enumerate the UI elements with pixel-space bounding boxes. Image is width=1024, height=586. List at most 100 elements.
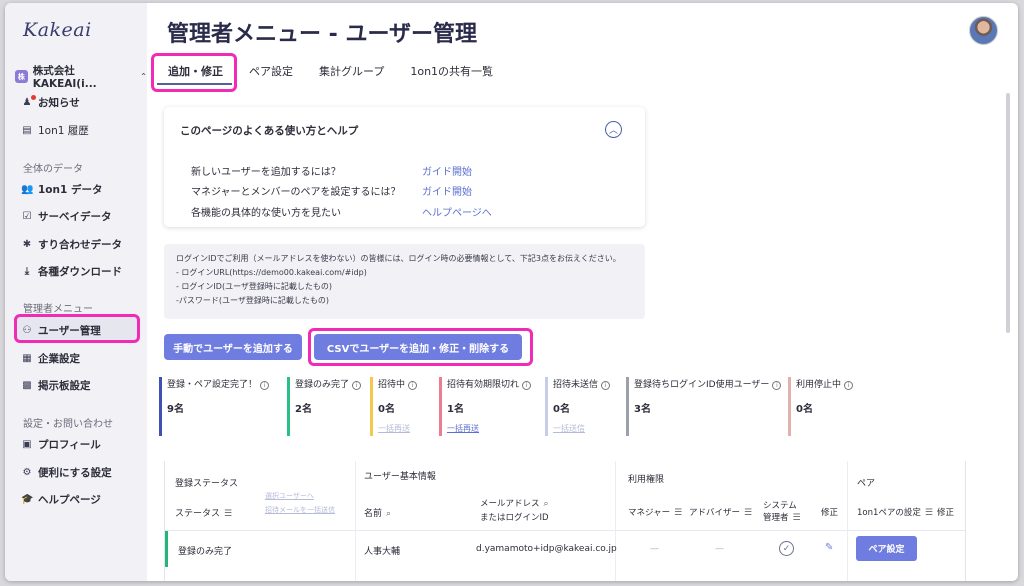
column-email[interactable]: メールアドレス ⌕ [480,497,549,509]
info-line: - ログインID(ユーザ登録時に記載したもの) [176,282,333,291]
stat-count: 0名 [553,404,570,415]
stat-suspended[interactable]: 利用停止中 i 0名 [788,375,854,436]
app-window: Kakeai 株 株式会社KAKEAI(i... ⌃ ♟ お知らせ ▤ 1on1… [5,3,1018,581]
sidebar-item-label: 企業設定 [38,352,80,365]
resend-all-link[interactable]: 一括再送 [447,423,531,434]
info-line: ログインIDでご利用（メールアドレスを使わない）の皆様には、ログイン時の必要情報… [176,254,621,263]
column-sysadmin[interactable]: システム [763,499,797,511]
sidebar-item-company-settings[interactable]: ▦ 企業設定 [21,349,80,367]
column-pair-edit: 修正 [937,508,955,518]
filter-icon[interactable]: ☰ [744,508,752,518]
sidebar-item-label: 1on1 履歴 [38,124,89,137]
status-stripe [165,531,168,567]
help-question: 各機能の具体的な使い方を見たい [191,208,341,219]
company-name: 株式会社KAKEAI(i... [32,65,97,90]
table-row[interactable]: 登録のみ完了 人事大輔 d.yamamoto+idp@kakeai.co.jp … [165,530,965,567]
login-info-box: ログインIDでご利用（メールアドレスを使わない）の皆様には、ログイン時の必要情報… [164,244,645,319]
stat-label-text: 登録・ペア設定完了！ [167,380,258,390]
sidebar: Kakeai 株 株式会社KAKEAI(i... ⌃ ♟ お知らせ ▤ 1on1… [5,3,147,581]
puzzle-icon: ✱ [22,238,32,250]
stat-pending-loginid[interactable]: 登録待ちログインID使用ユーザー i 3名 [626,375,782,436]
info-line: - ログインURL(https://demo00.kakeai.com/#idp… [176,268,367,277]
stat-count: 0名 [796,404,813,415]
bulk-send-invite-link[interactable]: 招待メールを一括送信 [265,505,335,515]
info-icon[interactable]: i [772,381,782,390]
tab-pair-settings[interactable]: ペア設定 [236,59,306,87]
stat-invite-unsent[interactable]: 招待未送信 i 0名 一括送信 [545,375,611,436]
info-line: -パスワード(ユーザ登録時に記載したもの) [176,296,329,305]
info-icon[interactable]: i [522,381,532,390]
filter-icon[interactable]: ☰ [925,508,933,518]
column-label: 名前 [364,509,383,519]
row-manager: — [650,544,659,554]
scrollbar[interactable] [1006,93,1010,333]
group-header-pair: ペア [857,479,876,489]
avatar[interactable] [969,16,998,45]
guide-start-link[interactable]: ガイド開始 [422,183,472,198]
stat-registered-paired[interactable]: 登録・ペア設定完了！ i 9名 [159,375,270,436]
csv-import-button[interactable]: CSVでユーザーを追加・修正・削除する [314,334,522,360]
tab-1on1-share-list[interactable]: 1on1の共有一覧 [397,59,506,87]
stat-label: 利用停止中 i [796,377,854,390]
sidebar-item-help[interactable]: 🎓 ヘルプページ [21,490,101,508]
stat-label: 登録のみ完了 i [295,377,362,390]
guide-start-link[interactable]: ガイド開始 [422,163,472,178]
manual-add-user-button[interactable]: 手動でユーザーを追加する [164,334,302,360]
sidebar-item-board-settings[interactable]: ▩ 掲示板設定 [21,376,91,394]
info-icon[interactable]: i [352,381,362,390]
check-circle-icon: ✓ [779,541,794,556]
column-manager[interactable]: マネジャー ☰ [628,506,682,518]
group-header-status: 登録ステータス [175,479,239,489]
stat-color-bar [159,377,162,436]
filter-icon[interactable]: ☰ [674,508,682,518]
sidebar-item-1on1-data[interactable]: 👥 1on1 データ [21,180,102,198]
stat-inviting[interactable]: 招待中 i 0名 一括再送 [370,375,418,436]
chevron-up-icon[interactable]: ︿ [605,121,622,138]
pencil-icon[interactable]: ✎ [825,542,833,553]
column-name[interactable]: 名前 ⌕ [364,506,391,519]
sidebar-item-preferences[interactable]: ⚙ 便利にする設定 [21,463,112,481]
row-status: 登録のみ完了 [178,547,233,557]
filter-icon[interactable]: ☰ [224,509,232,519]
tab-aggregate-groups[interactable]: 集計グループ [306,59,397,87]
stat-invite-expired[interactable]: 招待有効期限切れ i 1名 一括再送 [439,375,532,436]
resend-all-link[interactable]: 一括再送 [378,423,417,434]
sidebar-item-survey[interactable]: ☑ サーベイデータ [21,207,112,225]
sidebar-item-label: ユーザー管理 [38,324,101,337]
sidebar-item-profile[interactable]: ▣ プロフィール [21,435,101,453]
column-status[interactable]: ステータス ☰ [175,506,232,519]
stat-label-text: 招待未送信 [553,380,599,390]
info-icon[interactable]: i [844,381,854,390]
column-advisor[interactable]: アドバイザー ☰ [689,506,752,518]
sidebar-item-label: 各種ダウンロード [38,265,122,278]
search-icon[interactable]: ⌕ [386,509,391,519]
company-selector[interactable]: 株 株式会社KAKEAI(i... ⌃ [15,63,147,90]
stat-registered-only[interactable]: 登録のみ完了 i 2名 [287,375,362,436]
search-icon[interactable]: ⌕ [544,499,549,509]
column-label: マネジャー [628,508,671,518]
building-icon: ▦ [22,352,32,364]
stat-color-bar [370,377,373,436]
sidebar-item-label: 掲示板設定 [38,379,91,392]
pair-setting-button[interactable]: ペア設定 [856,536,917,561]
column-label: 管理者 [763,513,789,523]
profile-icon: ▣ [22,438,32,450]
sidebar-item-downloads[interactable]: ⤓ 各種ダウンロード [21,262,122,280]
column-sysadmin-sub[interactable]: 管理者 ☰ [763,511,801,523]
info-icon[interactable]: i [260,381,270,390]
help-page-link[interactable]: ヘルプページへ [422,204,492,219]
info-icon[interactable]: i [601,381,611,390]
column-pair-setting[interactable]: 1on1ペアの設定 ☰ [857,506,933,518]
sidebar-item-user-management[interactable]: ⚇ ユーザー管理 [21,321,101,339]
sidebar-item-notifications[interactable]: ♟ お知らせ [21,93,80,111]
section-admin-label: 管理者メニュー [23,304,93,315]
filter-icon[interactable]: ☰ [793,513,801,523]
page-title: 管理者メニュー - ユーザー管理 [167,22,478,47]
sidebar-item-history[interactable]: ▤ 1on1 履歴 [21,121,89,139]
info-icon[interactable]: i [408,381,418,390]
send-all-link[interactable]: 一括送信 [553,423,610,434]
sidebar-item-alignment[interactable]: ✱ すり合わせデータ [21,235,122,253]
to-selected-users-link[interactable]: 選択ユーザーへ [265,491,314,501]
chevron-updown-icon: ⌃ [140,72,147,81]
column-label: システム [763,501,797,511]
